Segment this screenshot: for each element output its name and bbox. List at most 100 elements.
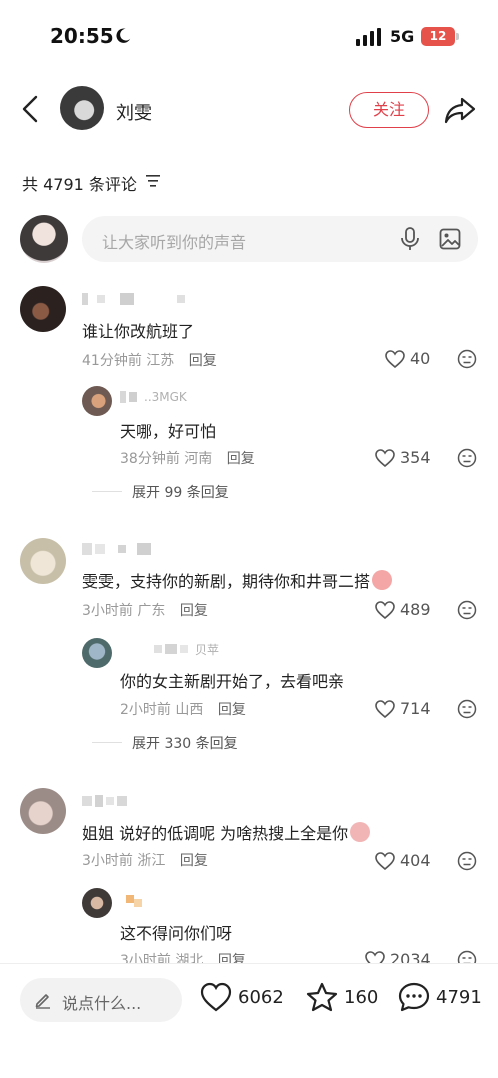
comment-time: 3小时前 (82, 603, 133, 619)
comment-text-body: 雯雯，支持你的新剧，期待你和井哥二搭 (82, 572, 371, 591)
comment-text: 谁让你改航班了 (82, 322, 195, 341)
commenter-avatar[interactable] (20, 538, 66, 584)
author-name[interactable]: 刘雯 (116, 99, 152, 125)
post-like-button[interactable]: 6062 (200, 982, 284, 1012)
reply-location: 山西 (175, 702, 204, 718)
dislike-icon[interactable] (457, 349, 477, 369)
comment-input[interactable]: 让大家听到你的声音 (82, 216, 478, 262)
follow-button[interactable]: 关注 (349, 92, 429, 128)
comment-count: 共 4791 条评论 (22, 175, 137, 194)
image-icon[interactable] (439, 228, 461, 250)
battery-icon: 12 (421, 27, 455, 46)
comment-location: 江苏 (146, 353, 175, 369)
reply-button[interactable]: 回复 (218, 702, 246, 718)
comment-meta: 41分钟前 江苏 回复 (82, 350, 217, 370)
reply-button[interactable]: 回复 (180, 603, 208, 619)
like-button[interactable]: 714 (375, 699, 431, 718)
post-favorite-button[interactable]: 160 (306, 982, 378, 1012)
post-favorite-count: 160 (344, 986, 379, 1008)
status-time: 20:55 (50, 24, 114, 48)
commenter-username[interactable] (82, 794, 127, 808)
my-avatar (20, 215, 68, 263)
reply-button[interactable]: 回复 (227, 451, 255, 467)
comment-meta: 3小时前 浙江 回复 (82, 850, 208, 870)
heart-icon (375, 851, 395, 870)
author-avatar[interactable] (60, 86, 104, 130)
comment-location: 浙江 (137, 853, 166, 869)
reply-text: 这不得问你们呀 (120, 924, 233, 943)
post-comment-count: 4791 (436, 986, 482, 1008)
sort-icon[interactable] (146, 175, 160, 187)
reply-meta: 2小时前 山西 回复 (120, 699, 246, 719)
network-label: 5G (390, 27, 415, 46)
expand-divider (92, 491, 122, 492)
bottom-action-bar: 说点什么... 6062 160 4791 (0, 964, 498, 1078)
like-count: 40 (410, 349, 431, 368)
reply-text: 天哪，好可怕 (120, 422, 217, 441)
reply-text: 你的女主新剧开始了，去看吧亲 (120, 672, 345, 691)
reply-username[interactable]: 贝苹 (120, 642, 220, 657)
moon-icon (116, 28, 131, 43)
pencil-icon (35, 994, 50, 1009)
heart-icon (375, 448, 395, 467)
heart-icon (200, 982, 232, 1012)
like-count: 354 (400, 448, 431, 467)
like-button[interactable]: 354 (375, 448, 431, 467)
status-bar: 20:55 5G 12 (0, 0, 498, 72)
reply-meta: 38分钟前 河南 回复 (120, 448, 255, 468)
heart-icon (385, 349, 405, 368)
comment-input-placeholder: 让大家听到你的声音 (102, 233, 247, 252)
star-icon (306, 982, 338, 1012)
like-button[interactable]: 489 (375, 600, 431, 619)
like-count: 489 (400, 600, 431, 619)
comment-time: 41分钟前 (82, 353, 142, 369)
comment-bubble-icon (398, 982, 430, 1012)
comment-text-body: 姐姐 说好的低调呢 为啥热搜上全是你 (82, 824, 349, 843)
reply-username[interactable]: ..3MGK (120, 390, 187, 404)
reply-username[interactable] (126, 892, 142, 907)
dislike-icon[interactable] (457, 448, 477, 468)
expand-replies-button[interactable]: 展开 330 条回复 (132, 733, 238, 753)
comment-time: 3小时前 (82, 853, 133, 869)
commenter-username[interactable] (82, 542, 151, 556)
reply-username-text: 贝苹 (195, 642, 220, 657)
back-arrow-icon[interactable] (16, 94, 46, 124)
dislike-icon[interactable] (457, 600, 477, 620)
reply-username-text: ..3MGK (144, 390, 187, 404)
bottom-comment-input[interactable]: 说点什么... (20, 978, 182, 1022)
commenter-avatar[interactable] (20, 788, 66, 834)
battery-tip (456, 33, 459, 40)
reply-avatar[interactable] (82, 638, 112, 668)
comment-text: 姐姐 说好的低调呢 为啥热搜上全是你 (82, 820, 371, 844)
like-count: 404 (400, 851, 431, 870)
comment-meta: 3小时前 广东 回复 (82, 600, 208, 620)
expand-divider (92, 742, 122, 743)
commenter-username[interactable] (82, 292, 185, 306)
signal-icon (356, 28, 381, 46)
reply-button[interactable]: 回复 (189, 353, 217, 369)
share-icon[interactable] (444, 95, 476, 125)
dislike-icon[interactable] (457, 699, 477, 719)
microphone-icon[interactable] (400, 227, 420, 251)
reply-time: 38分钟前 (120, 451, 180, 467)
reply-location: 河南 (184, 451, 213, 467)
reply-avatar[interactable] (82, 386, 112, 416)
post-like-count: 6062 (238, 986, 284, 1008)
post-comment-button[interactable]: 4791 (398, 982, 482, 1012)
like-count: 714 (400, 699, 431, 718)
pig-emoji-icon (372, 570, 393, 590)
reply-avatar[interactable] (82, 888, 112, 918)
expand-replies-button[interactable]: 展开 99 条回复 (132, 482, 229, 502)
heart-icon (375, 699, 395, 718)
dislike-icon[interactable] (457, 851, 477, 871)
crying-emoji-icon (350, 822, 371, 842)
comment-location: 广东 (137, 603, 166, 619)
bottom-input-placeholder: 说点什么... (62, 994, 142, 1013)
commenter-avatar[interactable] (20, 286, 66, 332)
comment-text: 雯雯，支持你的新剧，期待你和井哥二搭 (82, 568, 393, 592)
reply-button[interactable]: 回复 (180, 853, 208, 869)
like-button[interactable]: 404 (375, 851, 431, 870)
like-button[interactable]: 40 (385, 349, 430, 368)
reply-time: 2小时前 (120, 702, 171, 718)
heart-icon (375, 600, 395, 619)
